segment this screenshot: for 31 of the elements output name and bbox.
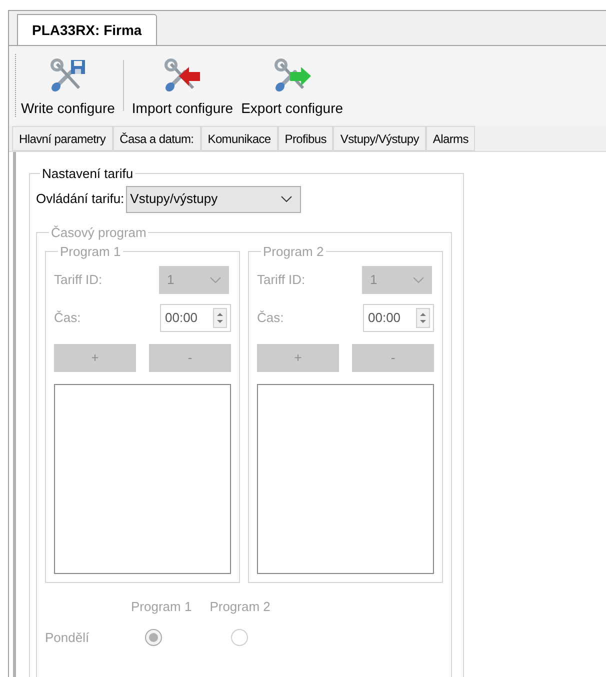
field-label: Čas:: [54, 308, 81, 327]
field-label: Čas:: [257, 308, 284, 327]
chevron-down-icon: [210, 276, 221, 282]
spin-arrows-icon: [213, 308, 227, 328]
tab[interactable]: Časa a datum:: [112, 126, 201, 151]
toolbar-button[interactable]: Write configure: [17, 46, 119, 125]
tab[interactable]: Profibus: [278, 126, 334, 151]
field-label: Tariff ID:: [257, 270, 306, 289]
column-heading: Program 2: [210, 598, 270, 616]
mode-dropdown[interactable]: Vstupy/výstupy: [126, 186, 302, 212]
toolbar-button[interactable]: Import configure: [128, 46, 238, 125]
field-label: Ovládání tarifu:: [36, 190, 124, 208]
tab[interactable]: Vstupy/Výstupy: [333, 126, 426, 151]
tab[interactable]: Hlavní parametry: [12, 126, 113, 151]
spin-arrows-icon: [416, 308, 430, 328]
wrench-floppy-icon: [48, 58, 87, 94]
chevron-down-icon: [281, 196, 292, 202]
tab[interactable]: Komunikace: [200, 126, 278, 151]
wrench-left-arrow-icon: [163, 58, 202, 94]
chevron-down-icon: [413, 276, 424, 282]
group-title: Program 2: [262, 243, 325, 261]
field-label: Tariff ID:: [54, 270, 102, 289]
toolbar-button[interactable]: Export configure: [237, 46, 348, 125]
group-title: Časový program: [50, 224, 148, 242]
group-title: Program 1: [59, 243, 122, 261]
column-heading: Program 1: [131, 598, 192, 616]
tab[interactable]: Alarms: [426, 126, 476, 151]
group-title: Nastavení tarifu: [41, 165, 134, 183]
day-label: Pondělí: [45, 629, 90, 647]
document-tab[interactable]: PLA33RX: Firma: [17, 14, 157, 45]
wrench-right-arrow-icon: [273, 58, 312, 94]
